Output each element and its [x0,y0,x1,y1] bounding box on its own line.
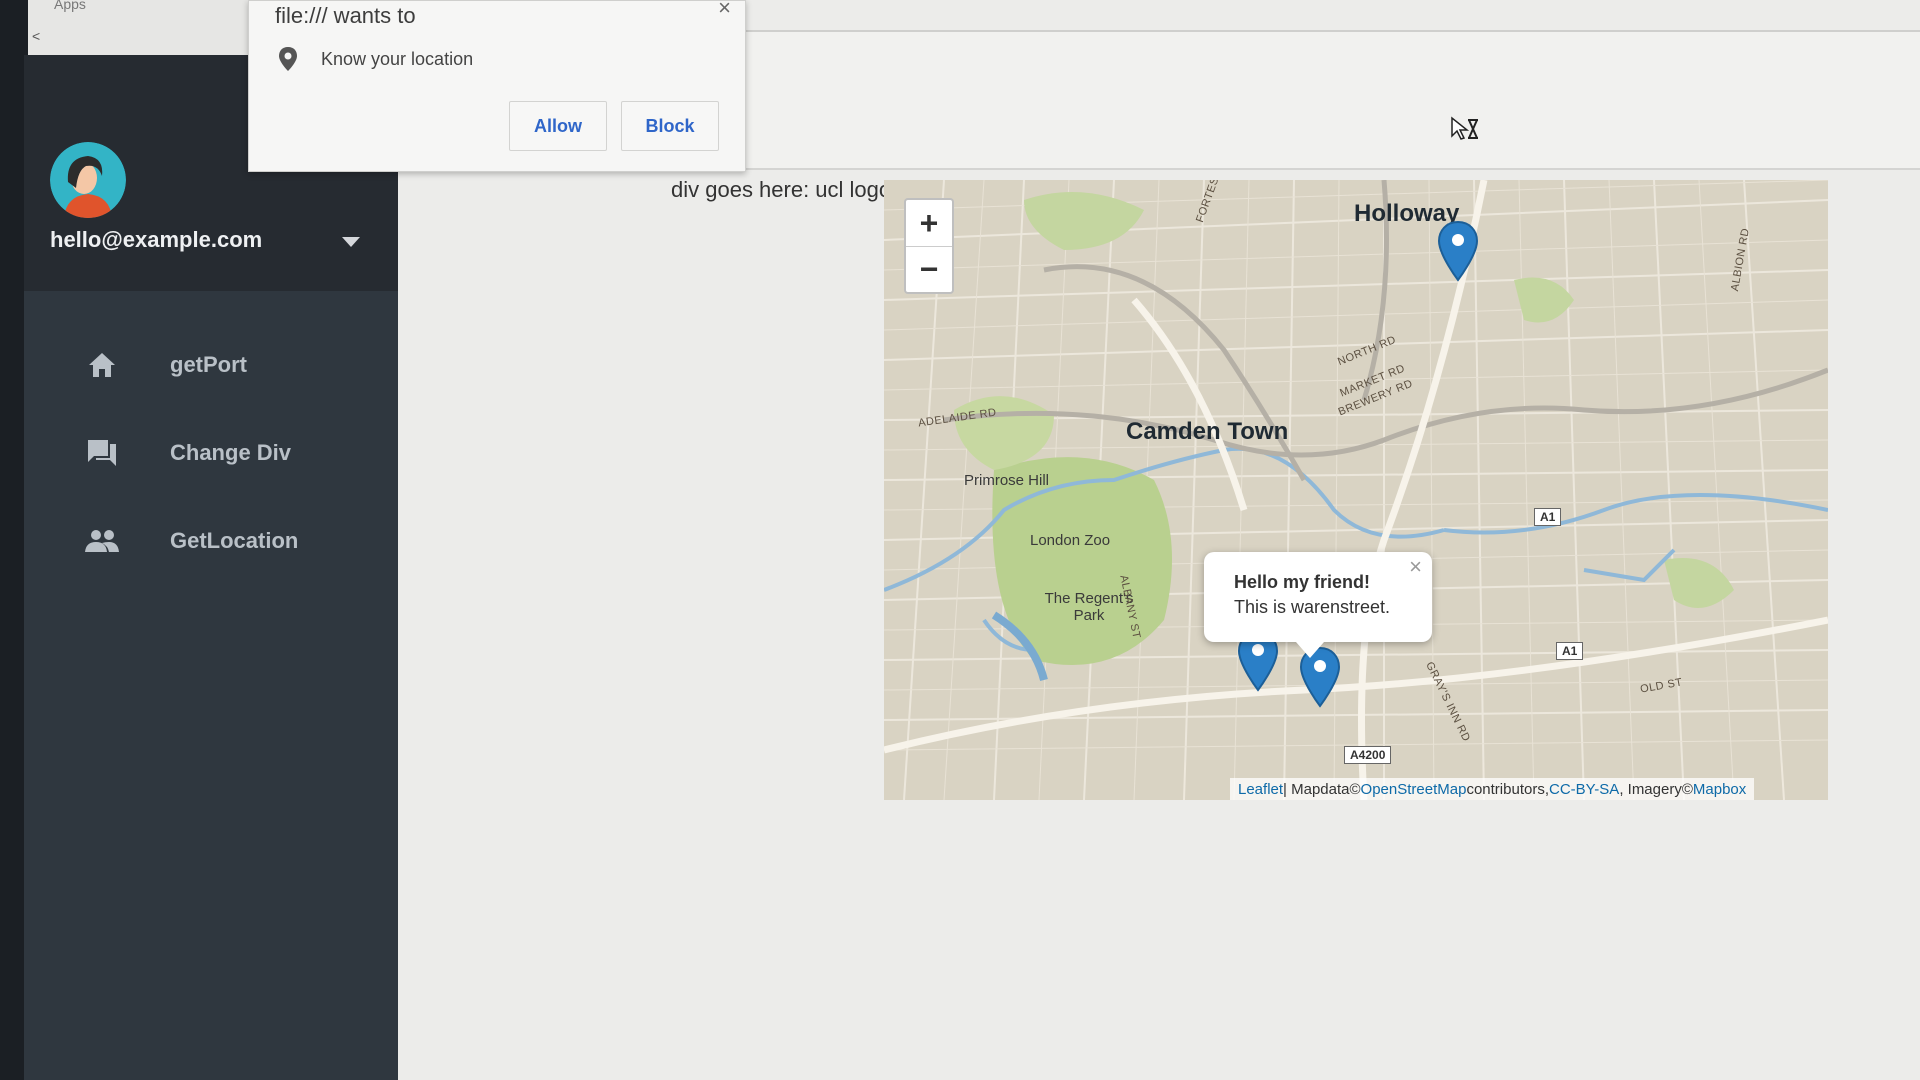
chevron-down-icon[interactable] [342,237,360,247]
attribution-text: , Imagery© [1619,780,1693,798]
zoom-control: + − [904,198,954,294]
attribution-text: | Mapdata© [1283,780,1361,798]
sidebar-item-label: getPort [170,352,247,377]
location-permission-dialog: file:/// wants to × Know your location A… [248,0,746,172]
road-shield-a1: A1 [1556,642,1584,660]
attribution-text: contributors, [1466,780,1549,798]
busy-cursor-icon [1451,116,1478,140]
permission-text: Know your location [321,49,474,69]
map[interactable]: + − Holloway Camden Town Primrose Hill L… [884,180,1828,800]
placeholder-text: div goes here: ucl logo [671,177,892,202]
block-button[interactable]: Block [621,101,719,151]
close-icon[interactable]: × [718,0,731,21]
place-label-zoo: London Zoo [1030,532,1111,549]
sidebar-item-change-div[interactable]: Change Div [24,409,398,497]
sidebar-nav: getPort Change Div GetLocation [24,291,398,585]
user-email[interactable]: hello@example.com [50,227,262,253]
dialog-title: file:/// wants to [275,3,416,28]
popup-body: This is warenstreet. [1234,597,1391,617]
map-attribution: Leaflet | Mapdata© OpenStreetMap contrib… [1230,778,1755,800]
mapbox-link[interactable]: Mapbox [1693,781,1746,798]
popup-title: Hello my friend! [1234,572,1371,592]
avatar[interactable] [50,142,126,218]
zoom-out-button[interactable]: − [906,246,952,292]
road-shield-a1: A1 [1534,508,1562,526]
people-icon [84,523,120,559]
chat-icon [84,435,120,471]
back-icon[interactable]: < [32,28,40,44]
place-label-primrose: Primrose Hill [964,472,1050,489]
sidebar-item-label: Change Div [170,440,292,465]
leaflet-link[interactable]: Leaflet [1238,781,1283,798]
marker-popup: × Hello my friend! This is warenstreet. [1204,552,1432,658]
sidebar-item-getlocation[interactable]: GetLocation [24,497,398,585]
license-link[interactable]: CC-BY-SA [1549,781,1619,798]
sidebar: hello@example.com getPort Change Div Get… [24,55,398,1080]
map-marker-icon[interactable] [1436,220,1480,282]
apps-shortcut[interactable]: Apps [54,0,86,12]
browser-toolbar: Apps < [28,0,250,56]
page-header [745,30,1920,170]
home-icon [84,347,120,383]
sidebar-item-label: GetLocation [170,528,299,553]
location-pin-icon [279,47,297,71]
map-tiles [884,180,1828,800]
road-shield-a4200: A4200 [1344,746,1392,764]
zoom-in-button[interactable]: + [906,200,952,246]
allow-button[interactable]: Allow [509,101,607,151]
close-icon[interactable]: × [1409,554,1422,580]
sidebar-item-getport[interactable]: getPort [24,321,398,409]
osm-link[interactable]: OpenStreetMap [1361,781,1467,798]
place-label-camden: Camden Town [1126,418,1289,445]
